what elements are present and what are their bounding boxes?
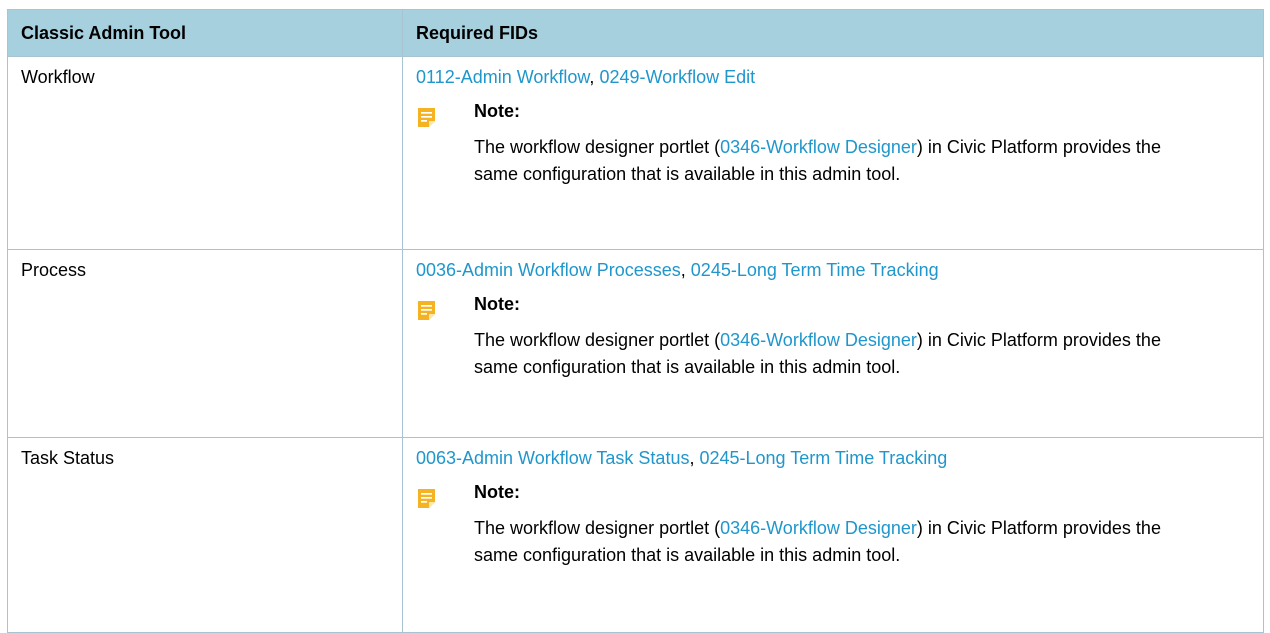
fid-list: 0036-Admin Workflow Processes, 0245-Long…: [416, 260, 1250, 281]
header-row: Classic Admin Tool Required FIDs: [7, 9, 1264, 57]
fid-link[interactable]: 0249-Workflow Edit: [599, 67, 755, 87]
tool-name-cell: Workflow: [7, 56, 403, 250]
tool-name-cell: Task Status: [7, 437, 403, 633]
fid-separator: ,: [689, 448, 700, 468]
note-label: Note:: [474, 101, 520, 121]
note-label: Note:: [474, 482, 520, 502]
table-header: Classic Admin Tool Required FIDs: [7, 9, 1264, 57]
note-text: The workflow designer portlet (0346-Work…: [474, 134, 1164, 188]
required-fids-cell: 0036-Admin Workflow Processes, 0245-Long…: [402, 249, 1264, 438]
note-text-before: The workflow designer portlet (: [474, 518, 721, 538]
table-row: Task Status 0063-Admin Workflow Task Sta…: [7, 437, 1264, 633]
fid-list: 0063-Admin Workflow Task Status, 0245-Lo…: [416, 448, 1250, 469]
header-required-fids: Required FIDs: [402, 9, 1264, 57]
fid-table: Classic Admin Tool Required FIDs Workflo…: [7, 9, 1264, 633]
note-label: Note:: [474, 294, 520, 314]
note-text-before: The workflow designer portlet (: [474, 137, 721, 157]
note-body: Note: The workflow designer portlet (034…: [474, 101, 1164, 188]
table-row: Workflow 0112-Admin Workflow, 0249-Workf…: [7, 56, 1264, 250]
fid-list: 0112-Admin Workflow, 0249-Workflow Edit: [416, 67, 1250, 88]
note-block: Note: The workflow designer portlet (034…: [416, 294, 1250, 381]
note-text: The workflow designer portlet (0346-Work…: [474, 515, 1164, 569]
tool-name-cell: Process: [7, 249, 403, 438]
fid-link[interactable]: 0112-Admin Workflow: [416, 67, 589, 87]
note-block: Note: The workflow designer portlet (034…: [416, 482, 1250, 569]
workflow-designer-link[interactable]: 0346-Workflow Designer: [720, 518, 917, 538]
header-classic-admin-tool: Classic Admin Tool: [7, 9, 403, 57]
required-fids-cell: 0063-Admin Workflow Task Status, 0245-Lo…: [402, 437, 1264, 633]
note-block: Note: The workflow designer portlet (034…: [416, 101, 1250, 188]
required-fids-cell: 0112-Admin Workflow, 0249-Workflow Edit …: [402, 56, 1264, 250]
fid-link[interactable]: 0245-Long Term Time Tracking: [691, 260, 939, 280]
note-text-before: The workflow designer portlet (: [474, 330, 721, 350]
note-text: The workflow designer portlet (0346-Work…: [474, 327, 1164, 381]
note-icon: [418, 301, 435, 320]
fid-link[interactable]: 0245-Long Term Time Tracking: [699, 448, 947, 468]
note-body: Note: The workflow designer portlet (034…: [474, 294, 1164, 381]
note-icon: [418, 108, 435, 127]
workflow-designer-link[interactable]: 0346-Workflow Designer: [720, 137, 917, 157]
fid-separator: ,: [589, 67, 600, 87]
table-row: Process 0036-Admin Workflow Processes, 0…: [7, 249, 1264, 438]
fid-separator: ,: [680, 260, 691, 280]
workflow-designer-link[interactable]: 0346-Workflow Designer: [720, 330, 917, 350]
fid-link[interactable]: 0063-Admin Workflow Task Status: [416, 448, 689, 468]
fid-link[interactable]: 0036-Admin Workflow Processes: [416, 260, 681, 280]
note-icon: [418, 489, 435, 508]
note-body: Note: The workflow designer portlet (034…: [474, 482, 1164, 569]
